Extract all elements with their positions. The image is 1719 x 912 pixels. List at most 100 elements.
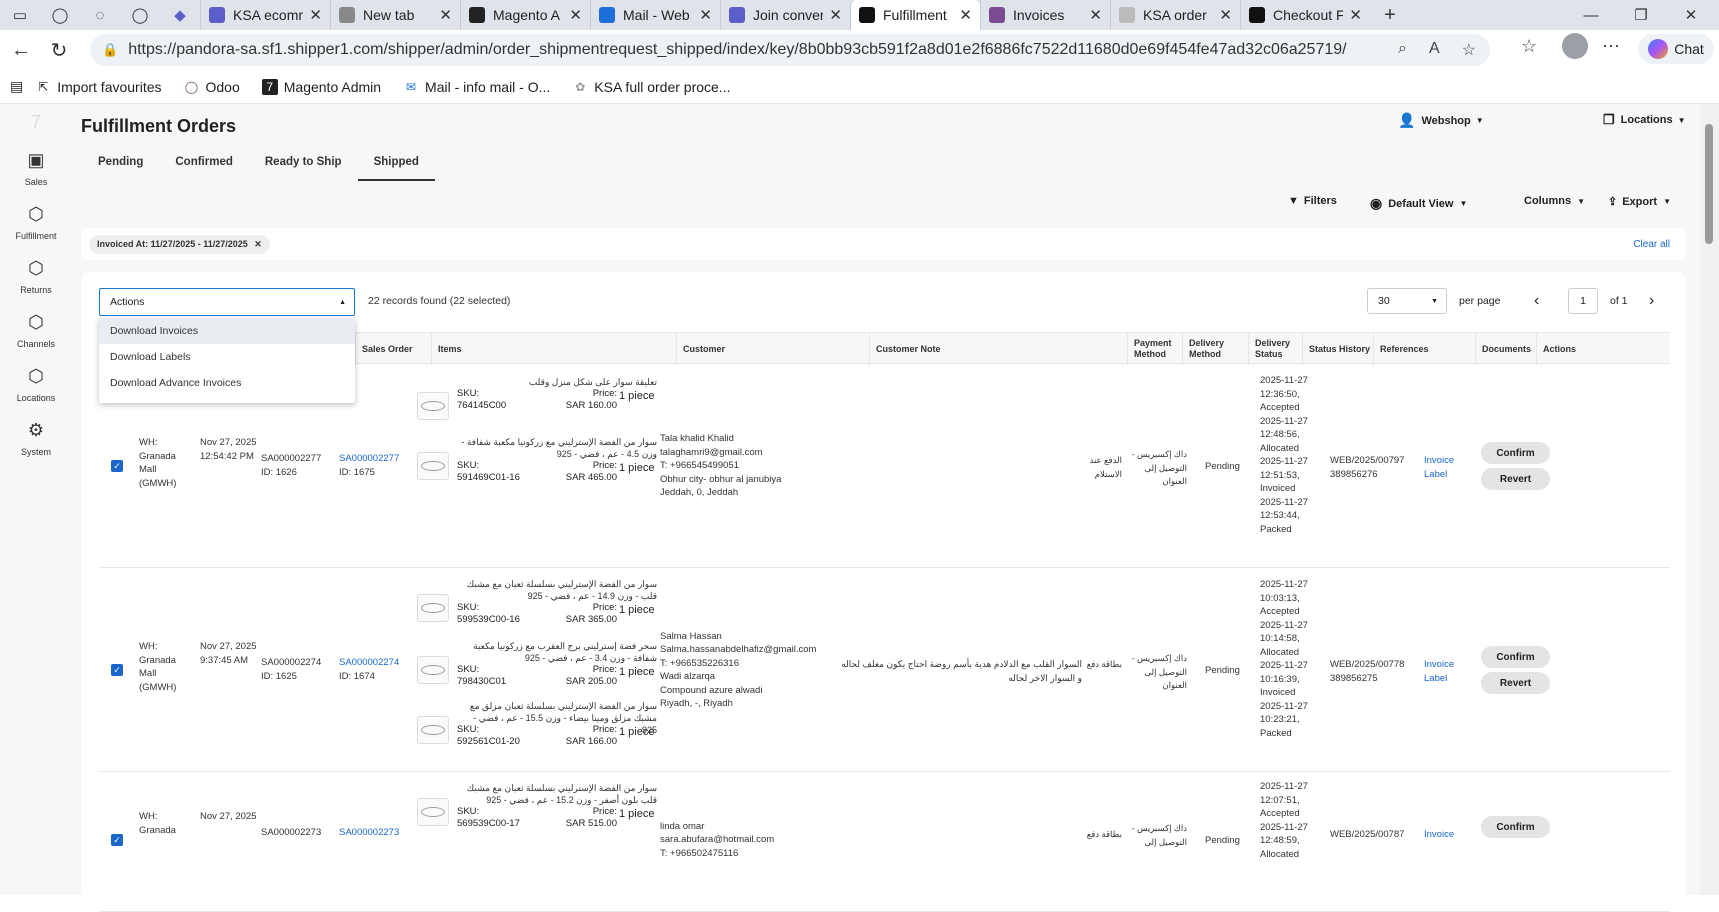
row-checkbox[interactable]: ✓	[111, 664, 123, 676]
bookmark-ksa-order[interactable]: ✿ KSA full order proce...	[572, 79, 730, 95]
col-items[interactable]: Items	[431, 333, 676, 365]
col-sales-order[interactable]: Sales Order	[355, 333, 431, 365]
menu-download-advance-invoices[interactable]: Download Advance Invoices	[99, 370, 355, 396]
more-menu-icon[interactable]: ⋯	[1602, 36, 1620, 57]
filter-chip-invoiced-at[interactable]: Invoiced At: 11/27/2025 - 11/27/2025 ✕	[89, 234, 270, 254]
close-tab-icon[interactable]: ✕	[699, 6, 712, 24]
menu-download-labels[interactable]: Download Labels	[99, 344, 355, 370]
browser-tab[interactable]: Join conver ✕	[720, 0, 850, 30]
col-payment-method[interactable]: Payment Method	[1127, 333, 1182, 365]
document-link[interactable]: Invoice	[1424, 658, 1454, 672]
export-button[interactable]: ⇪ Export ▼	[1608, 195, 1671, 209]
product-thumbnail[interactable]	[417, 656, 449, 684]
browser-tab[interactable]: Checkout F ✕	[1240, 0, 1370, 30]
col-status-history[interactable]: Status History	[1302, 333, 1373, 365]
back-button[interactable]: ←	[4, 33, 38, 67]
clear-all-link[interactable]: Clear all	[1633, 239, 1670, 250]
site-info-icon[interactable]: 🔒	[102, 42, 118, 58]
sidebar-item-system[interactable]: ⚙ System	[0, 420, 72, 457]
bookmark-odoo[interactable]: ◯ Odoo	[184, 79, 240, 95]
close-tab-icon[interactable]: ✕	[959, 6, 972, 24]
per-page-select[interactable]: 30 ▼	[1367, 288, 1447, 314]
browser-tab[interactable]: New tab ✕	[330, 0, 460, 30]
confirm-button[interactable]: Confirm	[1481, 442, 1550, 464]
browser-tab[interactable]: Fulfillment ✕	[850, 0, 980, 30]
favorite-star-icon[interactable]: ☆	[1462, 40, 1476, 60]
next-page-icon[interactable]: ›	[1649, 292, 1654, 310]
col-customer[interactable]: Customer	[676, 333, 869, 365]
product-thumbnail[interactable]	[417, 716, 449, 744]
tab-ready-to-ship[interactable]: Ready to Ship	[249, 150, 358, 181]
sales-order-link[interactable]: SA000002273	[339, 826, 399, 840]
url-field[interactable]: 🔒 https://pandora-sa.sf1.shipper1.com/sh…	[90, 34, 1490, 66]
close-tab-icon[interactable]: ✕	[569, 6, 582, 24]
browser-tab[interactable]: KSA ecomm ✕	[200, 0, 330, 30]
bookmarks-menu-icon[interactable]: ▤	[10, 78, 23, 95]
zoom-icon[interactable]: ⌕	[1398, 40, 1407, 60]
bookmark-import-favourites[interactable]: ⇱ Import favourites	[35, 79, 161, 95]
close-tab-icon[interactable]: ✕	[1089, 6, 1102, 24]
menu-download-invoices[interactable]: Download Invoices	[99, 318, 355, 344]
page-input[interactable]: 1	[1568, 288, 1598, 314]
sidebar-item-channels[interactable]: ⬡ Channels	[0, 312, 72, 349]
product-thumbnail[interactable]	[417, 392, 449, 420]
pinned-tab-teams-icon[interactable]: ◆	[160, 0, 200, 30]
minimize-button[interactable]: —	[1566, 0, 1616, 30]
maximize-button[interactable]: ❐	[1616, 0, 1666, 30]
close-icon[interactable]: ✕	[254, 239, 262, 249]
row-checkbox[interactable]: ✓	[111, 834, 123, 846]
col-documents[interactable]: Documents	[1475, 333, 1536, 365]
favorites-icon[interactable]: ☆	[1521, 36, 1537, 57]
browser-tab[interactable]: Magento A ✕	[460, 0, 590, 30]
page-scrollbar[interactable]	[1700, 104, 1719, 895]
browser-tab[interactable]: KSA order ✕	[1110, 0, 1240, 30]
table-row[interactable]: ✓ WH: Granada Nov 27, 2025 SA000002273 SA000…	[99, 772, 1670, 912]
close-tab-icon[interactable]: ✕	[309, 6, 322, 24]
tab-shipped[interactable]: Shipped	[357, 150, 435, 181]
document-link[interactable]: Label	[1424, 672, 1454, 686]
product-thumbnail[interactable]	[417, 798, 449, 826]
prev-page-icon[interactable]: ‹	[1534, 292, 1539, 310]
filters-button[interactable]: ▼ Filters	[1288, 195, 1337, 207]
profile-avatar[interactable]	[1562, 33, 1588, 59]
col-delivery-status[interactable]: Delivery Status	[1248, 333, 1302, 365]
revert-button[interactable]: Revert	[1481, 468, 1550, 490]
bookmark-magento[interactable]: 7 Magento Admin	[261, 78, 381, 95]
locations-selector[interactable]: ❐ Locations ▼	[1603, 112, 1686, 128]
copilot-chat-button[interactable]: Chat	[1638, 34, 1714, 64]
document-link[interactable]: Label	[1424, 468, 1454, 482]
document-link[interactable]: Invoice	[1424, 454, 1454, 468]
refresh-button[interactable]: ↻	[42, 33, 76, 67]
pinned-tab-globe-icon[interactable]: ◯	[120, 0, 160, 30]
table-row[interactable]: ✓ WH: Granada Mall (GMWH) Nov 27, 2025 9:3…	[99, 568, 1670, 772]
tab-actions-icon[interactable]: ▭	[0, 0, 40, 30]
actions-select[interactable]: Actions ▲	[99, 288, 355, 316]
read-aloud-icon[interactable]: A	[1429, 40, 1440, 60]
confirm-button[interactable]: Confirm	[1481, 646, 1550, 668]
close-tab-icon[interactable]: ✕	[1219, 6, 1232, 24]
sales-order-link[interactable]: SA000002277	[339, 452, 399, 466]
col-customer-note[interactable]: Customer Note	[869, 333, 1127, 365]
sales-order-link[interactable]: SA000002274	[339, 656, 399, 670]
close-tab-icon[interactable]: ✕	[1349, 6, 1362, 24]
sidebar-item-locations[interactable]: ⬡ Locations	[0, 366, 72, 403]
confirm-button[interactable]: Confirm	[1481, 816, 1550, 838]
close-window-button[interactable]: ✕	[1666, 0, 1716, 30]
webshop-selector[interactable]: 👤 Webshop ▼	[1398, 112, 1484, 129]
browser-tab[interactable]: Invoices ✕	[980, 0, 1110, 30]
columns-button[interactable]: Columns ▼	[1524, 195, 1585, 207]
new-tab-button[interactable]: +	[1370, 0, 1410, 30]
pinned-tab-icon[interactable]: ◌	[80, 0, 120, 30]
tab-confirmed[interactable]: Confirmed	[159, 150, 249, 181]
product-thumbnail[interactable]	[417, 594, 449, 622]
default-view-button[interactable]: ◉ Default View ▼	[1370, 195, 1467, 212]
document-link[interactable]: Invoice	[1424, 828, 1454, 842]
revert-button[interactable]: Revert	[1481, 672, 1550, 694]
col-references[interactable]: References	[1373, 333, 1475, 365]
browser-tab[interactable]: Mail - Web ✕	[590, 0, 720, 30]
app-logo[interactable]: 7	[0, 112, 72, 139]
product-thumbnail[interactable]	[417, 452, 449, 480]
close-tab-icon[interactable]: ✕	[829, 6, 842, 24]
sidebar-item-sales[interactable]: ▣ Sales	[0, 150, 72, 187]
col-actions[interactable]: Actions	[1536, 333, 1670, 365]
